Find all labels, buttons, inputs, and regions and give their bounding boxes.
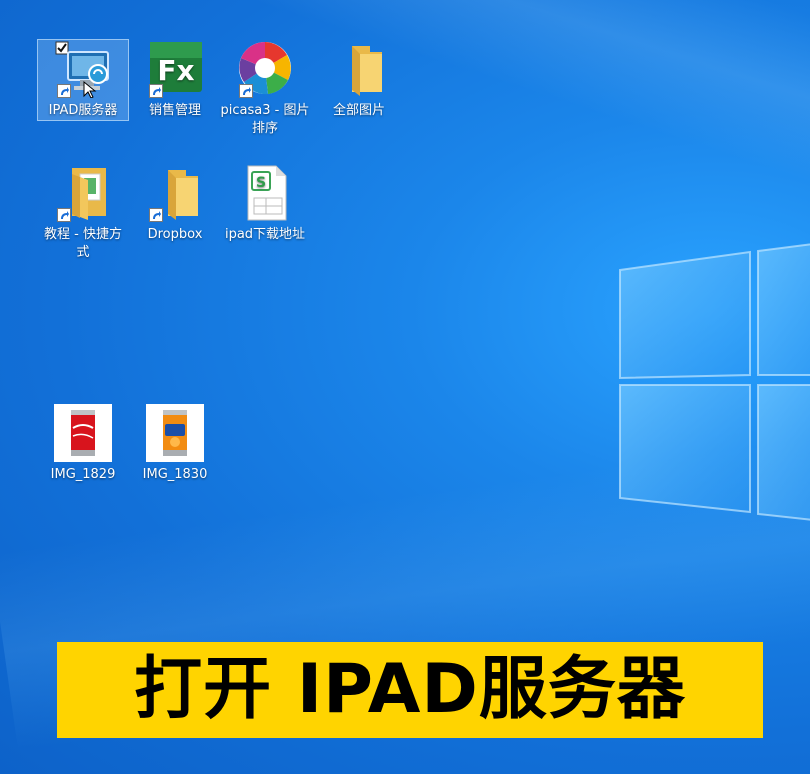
picasa-icon <box>236 40 294 98</box>
excel-fx-icon: Fx <box>146 40 204 98</box>
shortcut-arrow-icon <box>57 84 71 98</box>
shortcut-arrow-icon <box>57 208 71 222</box>
desktop-icon-img-1829[interactable]: IMG_1829 <box>38 404 128 484</box>
folder-icon <box>330 40 388 98</box>
icon-label: picasa3 - 图片排序 <box>220 103 310 136</box>
shortcut-arrow-icon <box>149 208 163 222</box>
shortcut-arrow-icon <box>239 84 253 98</box>
icon-label: Dropbox <box>147 227 203 242</box>
icon-label: IMG_1829 <box>50 467 116 482</box>
folder-shortcut-icon <box>54 164 112 222</box>
icon-label: IPAD服务器 <box>48 103 118 118</box>
desktop-icon-img-1830[interactable]: IMG_1830 <box>130 404 220 484</box>
desktop-icon-sales-management[interactable]: Fx 销售管理 <box>130 40 220 120</box>
svg-text:Fx: Fx <box>157 54 194 87</box>
desktop[interactable]: IPAD服务器 Fx 销售管理 picasa3 - 图片排序 全部图片 教程 -… <box>0 0 810 774</box>
desktop-icon-tutorial-shortcut[interactable]: 教程 - 快捷方式 <box>38 164 128 262</box>
desktop-icon-picasa[interactable]: picasa3 - 图片排序 <box>220 40 310 138</box>
svg-text:S: S <box>256 175 266 191</box>
icon-label: 销售管理 <box>148 103 201 118</box>
icon-label: 全部图片 <box>332 103 385 118</box>
icon-label: IMG_1830 <box>142 467 208 482</box>
fanta-can-image <box>146 404 204 462</box>
ipad-server-icon <box>54 40 112 99</box>
desktop-icon-all-pictures[interactable]: 全部图片 <box>314 40 404 120</box>
subtitle-caption: 打开 IPAD服务器 <box>57 642 763 738</box>
icon-label: 教程 - 快捷方式 <box>44 227 122 260</box>
desktop-icon-ipad-server[interactable]: IPAD服务器 <box>37 39 129 121</box>
coca-cola-can-image <box>54 404 112 462</box>
shortcut-arrow-icon <box>149 84 163 98</box>
desktop-icon-dropbox[interactable]: Dropbox <box>130 164 220 244</box>
icon-label: ipad下载地址 <box>224 227 306 242</box>
desktop-icon-ipad-download[interactable]: S ipad下载地址 <box>220 164 310 244</box>
folder-icon <box>146 164 204 222</box>
windows-logo-wallpaper <box>619 243 810 521</box>
spreadsheet-s-icon: S <box>236 164 294 222</box>
